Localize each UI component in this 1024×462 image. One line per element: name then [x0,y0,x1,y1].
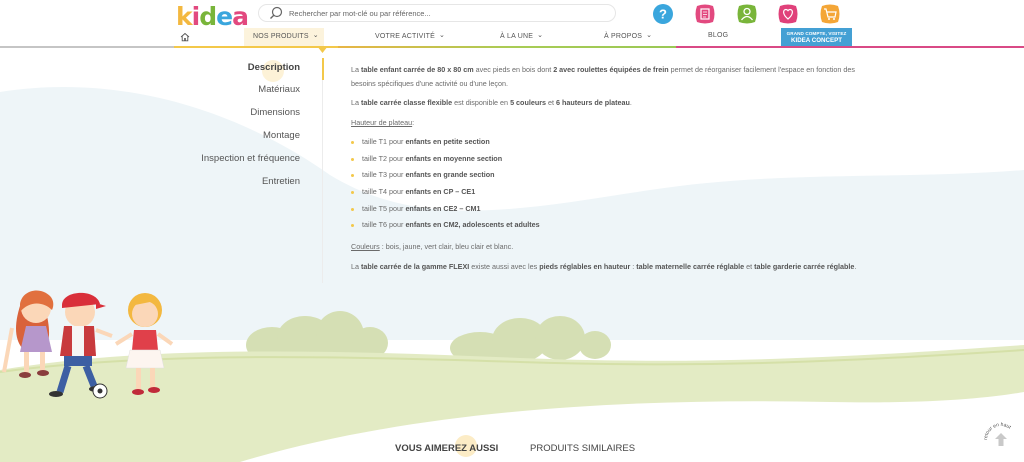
size-mid: pour [387,187,406,197]
size-label: taille T6 [362,220,388,230]
catalog-icon[interactable] [694,3,716,25]
list-item: taille T1 pour enfants en petite section [351,135,540,152]
size-mid: pour [387,153,406,163]
p2-bold: 6 hauteurs de plateau [556,98,630,107]
size-label: taille T1 [362,137,388,146]
p5-text: . [854,262,857,271]
tab-inspection[interactable]: Inspection et fréquence [201,153,300,164]
p1-bold: table enfant carrée de 80 x 80 cm [361,65,474,74]
sizes-list: taille T1 pour enfants en petite section… [351,135,540,235]
p1-text: avec pieds en bois dont [473,65,554,74]
list-item: taille T2 pour enfants en moyenne sectio… [351,152,540,169]
tab-entretien[interactable]: Entretien [262,176,300,187]
size-audience: enfants en CP – CE1 [405,187,476,197]
header-color-bar [0,46,1024,48]
tab-montage[interactable]: Montage [263,130,300,141]
p2-text: . [629,98,632,107]
p2-text: La [351,98,361,107]
p1-bold: 2 avec roulettes équipées de frein [553,65,669,74]
size-mid: pour [387,170,406,180]
p5-link[interactable]: table garderie carrée réglable [754,262,854,271]
help-icon[interactable]: ? [652,3,674,25]
cart-icon[interactable] [819,3,841,25]
nav-nos-produits[interactable]: NOS PRODUITS ⌄ [253,32,319,40]
list-item: taille T5 pour enfants en CE2 – CM1 [351,202,540,219]
size-audience: enfants en CE2 – CM1 [405,203,481,213]
p5-text: et [744,262,755,271]
p5-link[interactable]: pieds réglables en hauteur [539,262,630,271]
nav-a-la-une[interactable]: À LA UNE ⌄ [500,32,543,40]
nav-votre-activite[interactable]: VOTRE ACTIVITÉ ⌄ [375,32,445,40]
chevron-down-icon: ⌄ [438,32,446,39]
svg-text:?: ? [659,7,667,22]
site-header: kidea ? [0,0,1024,48]
tab-description[interactable]: Description [248,62,300,73]
size-label: taille T5 [362,203,388,213]
size-mid: pour [387,220,406,230]
nav-votre-activite-label: VOTRE ACTIVITÉ [375,33,435,40]
kidea-concept-promo-button[interactable]: GRAND COMPTE, VISITEZ KIDEA CONCEPT [781,28,852,47]
description-paragraph-2: La table carrée classe flexible est disp… [351,96,856,110]
p2-text: et [546,98,557,107]
size-audience: enfants en grande section [405,170,495,180]
heights-title-text: Hauteur de plateau [351,118,413,127]
chevron-down-icon: ⌄ [646,32,653,39]
description-paragraph-1: La table enfant carrée de 80 x 80 cm ave… [351,63,856,91]
size-audience: enfants en moyenne section [405,153,503,163]
size-mid: pour [387,137,406,146]
list-item: taille T4 pour enfants en CP – CE1 [351,185,540,202]
nav-blog[interactable]: BLOG [708,32,728,39]
size-audience: enfants en petite section [405,137,490,146]
heights-title-suffix: : [412,118,415,127]
p5-text: existe aussi avec les [469,262,540,271]
tab-materiaux[interactable]: Matériaux [258,84,300,95]
active-tab-marker-icon [317,46,328,53]
p1-text: La [351,65,361,74]
account-icon[interactable] [736,3,758,25]
back-to-top-button[interactable]: retour en haut [981,420,1021,460]
search-bar [258,4,616,22]
colors-value: : bois, jaune, vert clair, bleu clair et… [379,242,514,251]
back-to-top-icon: retour en haut [983,422,1019,458]
heights-title: Hauteur de plateau : [351,116,414,130]
size-label: taille T4 [362,187,388,197]
list-item: taille T6 pour enfants en CM2, adolescen… [351,218,540,235]
tabs-divider [322,58,323,283]
main-nav: NOS PRODUITS ⌄ VOTRE ACTIVITÉ ⌄ À LA UNE ⌄ … [0,28,1024,46]
size-label: taille T3 [362,170,388,180]
p2-text: est disponible en [452,98,511,107]
tab-vous-aimerez-aussi[interactable]: VOUS AIMEREZ AUSSI [395,443,498,454]
search-input[interactable] [289,6,589,20]
size-label: taille T2 [362,153,388,163]
promo-line1: GRAND COMPTE, VISITEZ [786,31,847,36]
active-tab-indicator [322,58,324,80]
size-audience: enfants en CM2, adolescents et adultes [405,220,540,230]
chevron-down-icon: ⌄ [312,32,319,39]
tab-dimensions[interactable]: Dimensions [250,107,300,118]
nav-a-propos-label: À PROPOS [604,33,643,40]
tab-produits-similaires[interactable]: PRODUITS SIMILAIRES [530,443,635,454]
wishlist-icon[interactable] [777,3,799,25]
colors-label: Couleurs [351,242,380,251]
size-mid: pour [387,203,406,213]
chevron-down-icon: ⌄ [537,32,544,39]
home-icon[interactable] [180,32,190,42]
list-item: taille T3 pour enfants en grande section [351,168,540,185]
description-paragraph-flexi: La table carrée de la gamme FLEXI existe… [351,260,871,274]
p2-bold: 5 couleurs [510,98,547,107]
kidea-logo[interactable]: kidea [176,2,249,31]
p5-text: La [351,262,361,271]
nav-a-propos[interactable]: À PROPOS ⌄ [604,32,652,40]
promo-line2: KIDEA CONCEPT [791,37,842,44]
p5-link[interactable]: table carrée de la gamme FLEXI [361,262,469,271]
p5-link[interactable]: table maternelle carrée réglable [636,262,744,271]
nav-nos-produits-label: NOS PRODUITS [253,33,309,40]
nav-blog-label: BLOG [708,32,729,39]
p2-bold: table carrée classe flexible [361,98,453,107]
nav-a-la-une-label: À LA UNE [500,33,534,40]
colors-line: Couleurs : bois, jaune, vert clair, bleu… [351,240,513,254]
search-icon[interactable] [269,6,283,20]
